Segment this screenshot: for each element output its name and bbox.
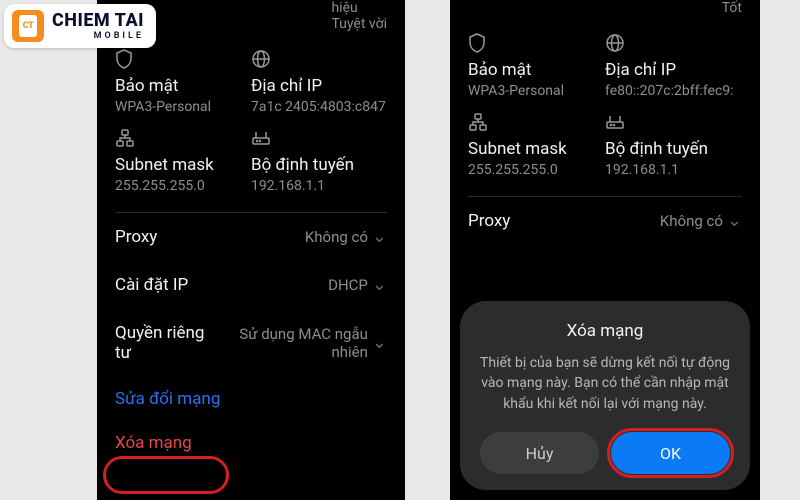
- subnet-label: Subnet mask: [468, 139, 605, 159]
- expand-icon: ⌄: [372, 228, 387, 246]
- proxy-label: Proxy: [115, 227, 157, 247]
- shield-icon: [468, 32, 605, 54]
- security-cell: Bảo mật WPA3-Personal: [468, 20, 605, 99]
- dialog-backdrop: Xóa mạng Thiết bị của bạn sẽ dừng kết nố…: [450, 291, 760, 500]
- router-cell: Bộ định tuyến 192.168.1.1: [605, 99, 742, 178]
- ip-value: fe80::207c:2bff:fec9:: [605, 83, 742, 99]
- privacy-label: Quyền riêng tư: [115, 323, 210, 363]
- logo-main-text: CHIEM TAI: [52, 12, 144, 30]
- security-value: WPA3-Personal: [115, 99, 251, 115]
- dialog-body: Thiết bị của bạn sẽ dừng kết nối tự động…: [480, 353, 730, 414]
- expand-icon: ⌄: [372, 276, 387, 294]
- router-value: 192.168.1.1: [251, 178, 387, 194]
- network-icon: [115, 127, 251, 149]
- subnet-value: 255.255.255.0: [115, 178, 251, 194]
- partial-top-row: Tốt: [450, 0, 760, 20]
- subnet-cell: Subnet mask 255.255.255.0: [468, 99, 605, 178]
- phone-screen-right: Tốt Bảo mật WPA3-Personal Địa chỉ IP fe8…: [450, 0, 760, 500]
- delete-network-link[interactable]: Xóa mạng: [97, 421, 405, 465]
- ip-settings-row[interactable]: Cài đặt IP DHCP⌄: [97, 261, 405, 309]
- privacy-value: Sử dụng MAC ngẫu nhiên: [217, 325, 368, 361]
- ip-label: Địa chỉ IP: [605, 60, 742, 80]
- security-value: WPA3-Personal: [468, 83, 605, 99]
- ip-cell: Địa chỉ IP fe80::207c:2bff:fec9:: [605, 20, 742, 99]
- shield-icon: [115, 48, 251, 70]
- logo-mark: CT: [12, 10, 44, 42]
- logo-sub-text: MOBILE: [52, 32, 144, 41]
- router-icon: [605, 111, 742, 133]
- dialog-title: Xóa mạng: [480, 321, 730, 341]
- proxy-value: Không có: [305, 228, 368, 246]
- phone-screen-left: hiệu Tuyệt vời Bảo mật WPA3-Personal Địa…: [97, 0, 405, 500]
- router-value: 192.168.1.1: [605, 162, 742, 178]
- brand-logo: CT CHIEM TAI MOBILE: [4, 4, 156, 48]
- globe-icon: [251, 48, 387, 70]
- proxy-row[interactable]: Proxy Không có⌄: [97, 213, 405, 261]
- subnet-cell: Subnet mask 255.255.255.0: [115, 115, 251, 194]
- ipset-label: Cài đặt IP: [115, 275, 188, 295]
- globe-icon: [605, 32, 742, 54]
- ip-cell: Địa chỉ IP 7a1c 2405:4803:c847: [251, 36, 387, 115]
- proxy-value: Không có: [660, 212, 723, 230]
- ipset-value: DHCP: [328, 276, 368, 294]
- cancel-button[interactable]: Hủy: [480, 432, 599, 474]
- network-icon: [468, 111, 605, 133]
- ip-label: Địa chỉ IP: [251, 76, 387, 96]
- subnet-label: Subnet mask: [115, 155, 251, 175]
- router-icon: [251, 127, 387, 149]
- ip-value: 7a1c 2405:4803:c847: [251, 99, 387, 115]
- router-cell: Bộ định tuyến 192.168.1.1: [251, 115, 387, 194]
- ok-button[interactable]: OK: [611, 432, 730, 474]
- proxy-label: Proxy: [468, 211, 510, 231]
- security-label: Bảo mật: [115, 76, 251, 96]
- expand-icon: ⌄: [727, 212, 742, 230]
- subnet-value: 255.255.255.0: [468, 162, 605, 178]
- delete-network-dialog: Xóa mạng Thiết bị của bạn sẽ dừng kết nố…: [460, 301, 750, 490]
- security-label: Bảo mật: [468, 60, 605, 80]
- edit-network-link[interactable]: Sửa đổi mạng: [97, 377, 405, 421]
- router-label: Bộ định tuyến: [605, 139, 742, 159]
- proxy-row[interactable]: Proxy Không có⌄: [450, 197, 760, 245]
- expand-icon: ⌄: [372, 334, 387, 352]
- router-label: Bộ định tuyến: [251, 155, 387, 175]
- privacy-row[interactable]: Quyền riêng tư Sử dụng MAC ngẫu nhiên⌄: [97, 309, 405, 377]
